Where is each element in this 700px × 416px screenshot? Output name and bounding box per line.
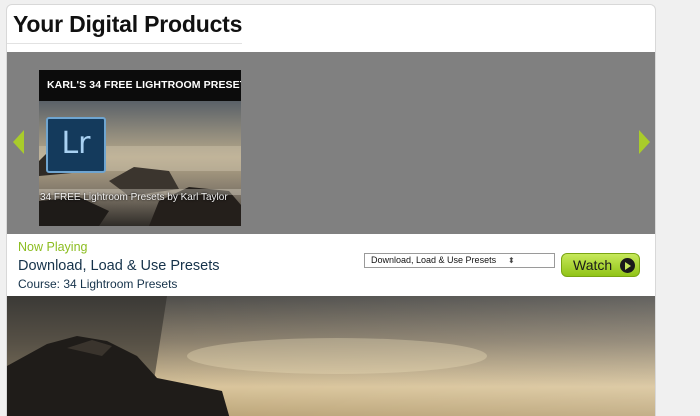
video-select[interactable]: Download, Load & Use Presets ⬍ bbox=[364, 253, 555, 268]
thumbnail-caption: 34 FREE Lightroom Presets by Karl Taylor bbox=[40, 192, 228, 203]
page-title: Your Digital Products bbox=[13, 11, 243, 37]
watch-button-label: Watch bbox=[573, 257, 613, 273]
play-icon bbox=[620, 258, 635, 273]
digital-products-panel: Your Digital Products KARL'S 34 FREE LIG… bbox=[6, 4, 656, 416]
product-thumbnail[interactable]: KARL'S 34 FREE LIGHTROOM PRESETS Lr 34 F… bbox=[39, 70, 241, 226]
course-label: Course: 34 Lightroom Presets bbox=[18, 277, 178, 291]
select-arrows-icon: ⬍ bbox=[508, 256, 515, 265]
carousel-next-arrow-icon[interactable] bbox=[639, 130, 650, 154]
video-select-value: Download, Load & Use Presets bbox=[371, 255, 497, 265]
video-player-preview[interactable] bbox=[7, 296, 656, 416]
watch-button[interactable]: Watch bbox=[561, 253, 640, 277]
carousel-prev-arrow-icon[interactable] bbox=[13, 130, 24, 154]
product-carousel: KARL'S 34 FREE LIGHTROOM PRESETS Lr 34 F… bbox=[7, 52, 655, 234]
video-title: Download, Load & Use Presets bbox=[18, 258, 220, 274]
now-playing-label: Now Playing bbox=[18, 240, 88, 254]
title-divider bbox=[7, 43, 242, 44]
thumbnail-header: KARL'S 34 FREE LIGHTROOM PRESETS bbox=[39, 70, 241, 101]
lightroom-logo-icon: Lr bbox=[46, 117, 106, 173]
